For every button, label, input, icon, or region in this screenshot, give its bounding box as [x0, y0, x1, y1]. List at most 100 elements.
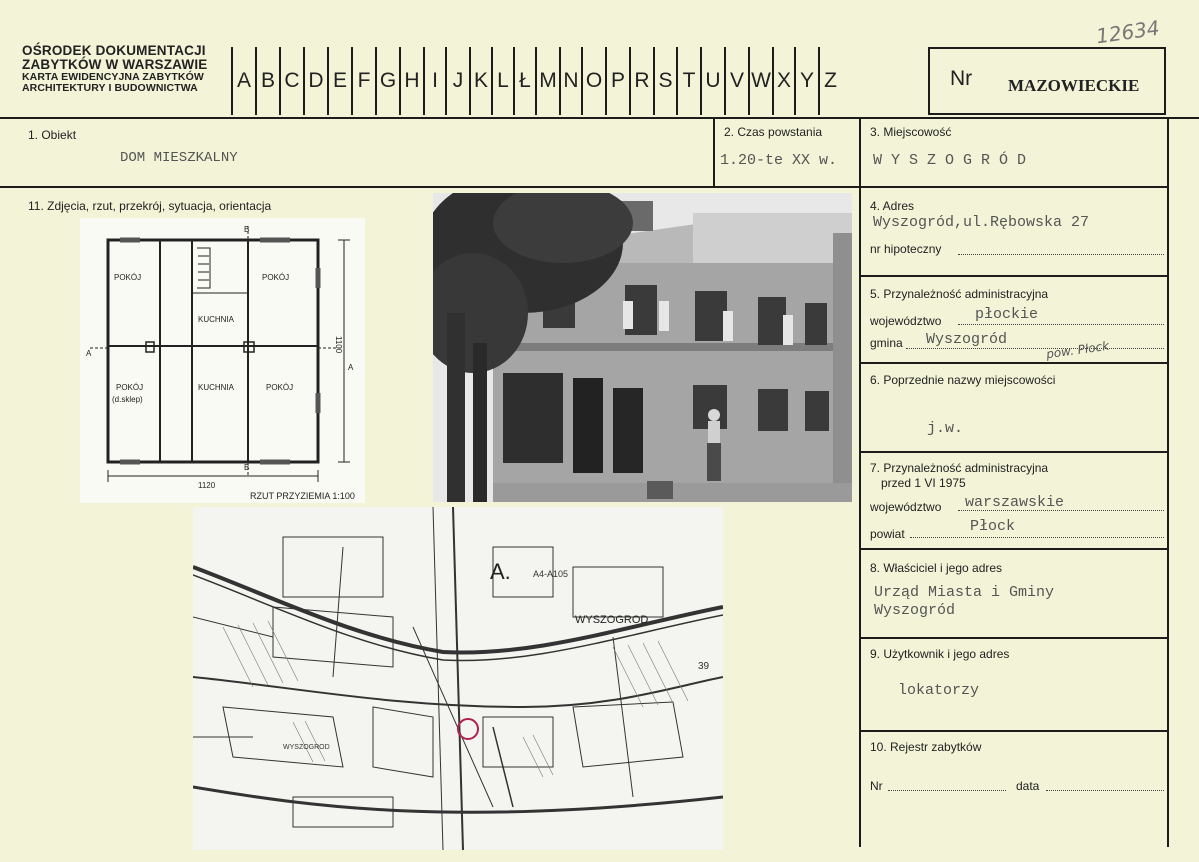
map-grid-number: 39 [698, 661, 710, 672]
przyn-1975-label-a: 7. Przynależność administracyjna [870, 461, 1049, 475]
czas-label: 2. Czas powstania [724, 125, 823, 139]
index-letter-11: L [491, 47, 513, 115]
room-label-pokoj-2: POKÓJ [262, 273, 289, 282]
rejestr-nr-label: Nr [870, 779, 883, 793]
miejscowosc-value: W Y S Z O G R Ó D [873, 152, 1027, 169]
powiat-label: powiat [870, 527, 905, 541]
hipoteczny-label: nr hipoteczny [870, 242, 942, 256]
dimension-height: 1100 [334, 336, 343, 354]
zdjecia-label: 11. Zdjęcia, rzut, przekrój, sytuacja, o… [28, 199, 272, 213]
rejestr-data-line [1046, 790, 1164, 791]
wlasciciel-value-1: Urząd Miasta i Gminy [874, 584, 1055, 601]
divider-col-czas [713, 117, 715, 187]
map-sheet-label: A4-A105 [533, 569, 568, 579]
index-letter-12: Ł [513, 47, 535, 115]
index-letter-1: B [255, 47, 279, 115]
rejestr-nr-line [888, 790, 1006, 791]
index-letter-13: M [535, 47, 559, 115]
divider-right-edge [1167, 117, 1169, 847]
przyn-1975-label-b: przed 1 VI 1975 [881, 476, 966, 490]
index-letter-10: K [469, 47, 491, 115]
index-letter-14: N [559, 47, 581, 115]
wlasciciel-label: 8. Właściciel i jego adres [870, 561, 1003, 575]
gmina-value: Wyszogród [926, 331, 1008, 348]
adres-label: 4. Adres [870, 199, 915, 213]
poprzednie-value: j.w. [927, 420, 964, 437]
org-line-4: ARCHITEKTURY I BUDOWNICTWA [22, 82, 198, 95]
index-letter-6: G [375, 47, 399, 115]
divider-row1 [0, 186, 1169, 188]
index-letter-15: O [581, 47, 605, 115]
gmina-handwritten-note: pow. Płock [1045, 338, 1110, 362]
poprzednie-label: 6. Poprzednie nazwy miejscowości [870, 373, 1056, 387]
map-marker-label: A. [490, 559, 511, 584]
room-label-kuchnia-2: KUCHNIA [198, 383, 235, 392]
hipoteczny-line [958, 254, 1164, 255]
divider-sec8 [859, 637, 1169, 639]
divider-sec9 [859, 730, 1169, 732]
wojewodztwo2-value: warszawskie [965, 494, 1065, 511]
index-letter-17: R [629, 47, 653, 115]
organization-header: OŚRODEK DOKUMENTACJI ZABYTKÓW W WARSZAWI… [22, 43, 218, 95]
wojewodztwo-label: województwo [870, 314, 942, 328]
dimension-width: 1120 [198, 481, 216, 490]
divider-sec7 [859, 548, 1169, 550]
section-marker-b-bottom: B [244, 463, 249, 472]
index-letter-22: W [748, 47, 772, 115]
index-letter-19: T [676, 47, 700, 115]
alphabet-index: ABCDEFGHIJKLŁMNOPRSTUVWXYZ [231, 47, 841, 115]
wojewodztwo-value: płockie [975, 306, 1039, 323]
przynaleznosc-label: 5. Przynależność administracyjna [870, 287, 1049, 301]
uzytkownik-label: 9. Użytkownik i jego adres [870, 647, 1010, 661]
room-label-pokoj-1: POKÓJ [114, 273, 141, 282]
nr-label: Nr [950, 67, 973, 90]
wojewodztwo-line [958, 324, 1164, 325]
org-line-1: OŚRODEK DOKUMENTACJI [22, 43, 206, 58]
map-town-label: WYSZOGROD [575, 614, 648, 626]
wojewodztwo2-label: województwo [870, 500, 942, 514]
index-letter-7: H [399, 47, 423, 115]
index-letter-24: Y [794, 47, 818, 115]
index-letter-4: E [327, 47, 351, 115]
uzytkownik-value: lokatorzy [898, 682, 980, 699]
index-letter-0: A [231, 47, 255, 115]
gmina-label: gmina [870, 336, 903, 350]
gmina-line [906, 348, 1164, 349]
room-label-pokoj-4: POKÓJ [266, 383, 293, 392]
index-letter-2: C [279, 47, 303, 115]
building-photograph [433, 193, 852, 502]
room-label-kuchnia-1: KUCHNIA [198, 315, 235, 324]
divider-sec4 [859, 275, 1169, 277]
record-card: OŚRODEK DOKUMENTACJI ZABYTKÓW W WARSZAWI… [0, 0, 1199, 862]
section-marker-b-top: B [244, 225, 249, 234]
map-town-label-small: WYSZOGROD [283, 744, 330, 751]
handwritten-catalog-number: 12634 [1094, 15, 1161, 49]
obiekt-value: DOM MIESZKALNY [120, 150, 238, 166]
location-map: A. A4-A105 WYSZOGROD WYSZOGROD 39 [193, 507, 723, 850]
divider-col-right [859, 117, 861, 847]
czas-value: 1.20-te XX w. [720, 152, 838, 169]
miejscowosc-label: 3. Miejscowość [870, 125, 952, 139]
powiat-line [910, 537, 1164, 538]
index-letter-5: F [351, 47, 375, 115]
number-box: Nr MAZOWIECKIE [928, 47, 1166, 115]
rejestr-data-label: data [1016, 779, 1040, 793]
obiekt-label: 1. Obiekt [28, 128, 77, 142]
divider-sec6 [859, 451, 1169, 453]
index-letter-20: U [700, 47, 724, 115]
divider-sec5 [859, 362, 1169, 364]
index-letter-21: V [724, 47, 748, 115]
index-letter-18: S [653, 47, 676, 115]
index-letter-16: P [605, 47, 629, 115]
index-letter-9: J [445, 47, 469, 115]
divider-header [0, 117, 1199, 119]
section-marker-a-right: A [348, 363, 354, 372]
floor-plan-drawing: POKÓJ POKÓJ KUCHNIA POKÓJ (d.sklep) KUCH… [80, 218, 365, 503]
room-label-pokoj-3: POKÓJ [116, 383, 143, 392]
index-letter-25: Z [818, 47, 841, 115]
index-letter-8: I [423, 47, 445, 115]
region-name: MAZOWIECKIE [1008, 76, 1140, 95]
rejestr-label: 10. Rejestr zabytków [870, 740, 982, 754]
adres-value: Wyszogród,ul.Rębowska 27 [873, 214, 1090, 231]
floor-plan-caption: RZUT PRZYZIEMIA 1:100 [250, 491, 355, 501]
